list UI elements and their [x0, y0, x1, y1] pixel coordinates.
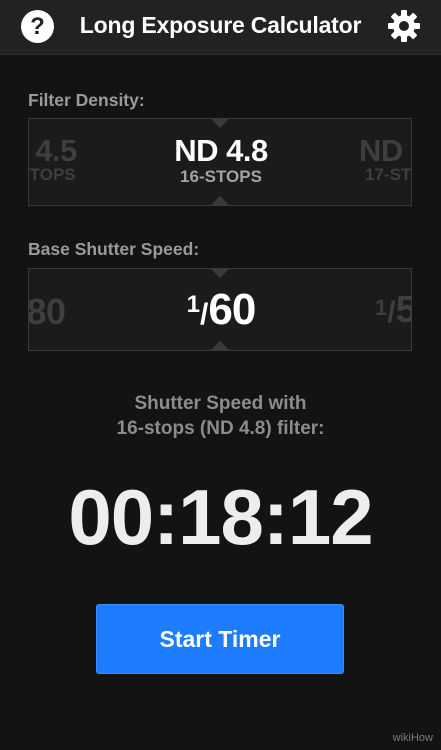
filter-option-selected[interactable]: ND 4.8 16-STOPS [121, 133, 321, 187]
start-timer-button[interactable]: Start Timer [96, 604, 344, 674]
filter-density-picker[interactable]: 4.5 STOPS ND 4.8 16-STOPS ND 17-ST [28, 118, 412, 206]
base-shutter-label: Base Shutter Speed: [28, 239, 200, 259]
watermark: wikiHow [392, 732, 433, 744]
filter-option-next[interactable]: ND 17-ST [349, 133, 411, 185]
shutter-option-next[interactable]: 1/5 [375, 289, 411, 332]
exposure-time-display: 00:18:12 [68, 473, 373, 561]
filter-option-prev[interactable]: 4.5 STOPS [29, 133, 91, 185]
result-caption-line1: Shutter Speed with [134, 393, 307, 414]
base-shutter-picker[interactable]: 80 1/60 1/5 [28, 268, 412, 351]
app-title: Long Exposure Calculator [79, 12, 362, 38]
result-caption-line2: 16-stops (ND 4.8) filter: [116, 418, 325, 439]
result-caption: Shutter Speed with 16-stops (ND 4.8) fil… [0, 391, 441, 441]
picker-indicator-bottom [210, 341, 230, 350]
shutter-option-prev[interactable]: 80 [29, 291, 71, 333]
filter-density-label: Filter Density: [28, 90, 145, 110]
app-header: ? Long Exposure Calculator [0, 0, 441, 55]
settings-button[interactable] [387, 9, 421, 43]
picker-indicator-bottom [210, 196, 230, 205]
shutter-option-selected[interactable]: 1/60 [121, 285, 321, 335]
picker-indicator-top [210, 269, 230, 278]
picker-indicator-top [210, 119, 230, 128]
gear-icon [388, 10, 420, 42]
